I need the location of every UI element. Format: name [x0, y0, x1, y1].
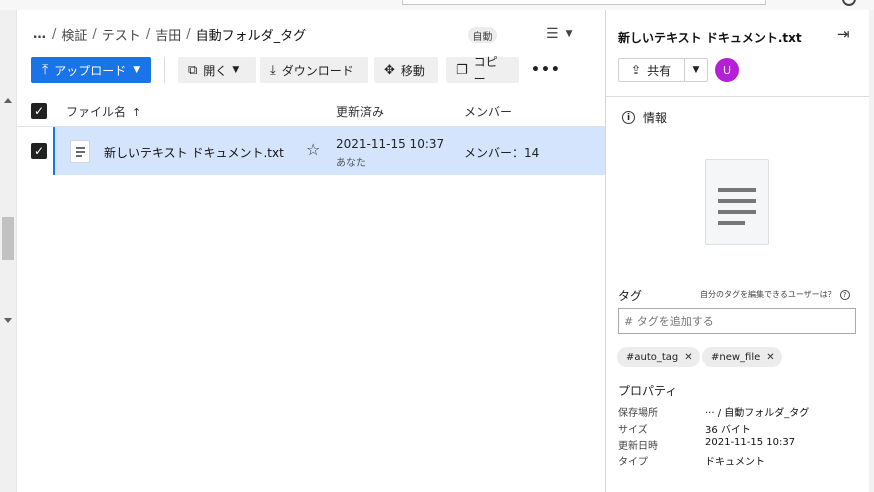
copy-button[interactable]: ❐ コピー [446, 55, 519, 86]
copy-label: コピー [473, 55, 498, 86]
toolbar-divider [164, 57, 165, 83]
download-button[interactable]: ⤓ ダウンロード [260, 57, 368, 83]
upload-label: アップロード [54, 63, 127, 78]
breadcrumb-separator: / [186, 26, 191, 42]
move-icon: ✥ [384, 62, 395, 78]
download-icon: ⤓ [270, 62, 276, 78]
search-box[interactable] [402, 0, 766, 5]
auto-badge: 自動 [468, 27, 497, 43]
share-label: 共有 [647, 63, 672, 78]
breadcrumb-more[interactable]: … [33, 27, 47, 42]
panel-divider [606, 96, 870, 97]
right-scrollbar[interactable] [869, 10, 874, 492]
tags-help-text: 自分のタグを編集できるユーザーは？ [700, 290, 836, 299]
question-icon: ? [839, 289, 850, 300]
property-value: 36 バイト [705, 425, 751, 436]
file-preview[interactable] [705, 159, 769, 245]
property-value-location[interactable]: ··· / 自動フォルダ_タグ [705, 404, 809, 419]
move-button[interactable]: ✥ 移動 [374, 57, 438, 83]
scroll-thumb[interactable] [2, 217, 14, 260]
column-header-members[interactable]: メンバー [464, 103, 512, 120]
more-actions-button[interactable]: ••• [531, 57, 560, 83]
breadcrumb-separator: / [92, 26, 97, 42]
info-section-header: i 情報 [622, 109, 667, 126]
chevron-down-icon: ▼ [232, 65, 240, 75]
property-key: タイプ [618, 457, 648, 468]
column-header-name-label: ファイル名 [66, 105, 127, 119]
avatar[interactable]: U [715, 58, 739, 82]
star-icon[interactable]: ☆ [306, 140, 320, 159]
chevron-down-icon[interactable]: ▼ [685, 65, 707, 75]
tag-chip-label: #new_file [711, 351, 761, 363]
scroll-down-icon[interactable] [4, 318, 12, 323]
tag-chip[interactable]: #new_file ✕ [702, 347, 782, 367]
upload-icon: ⤒ [42, 62, 49, 78]
info-icon: i [622, 111, 635, 124]
property-key: 保存場所 [618, 408, 658, 419]
breadcrumb-item[interactable]: テスト [102, 25, 141, 44]
property-key: 更新日時 [618, 441, 658, 452]
tag-input[interactable] [618, 308, 856, 334]
close-panel-icon[interactable]: ⇥ [837, 25, 850, 43]
property-value: ドキュメント [705, 457, 765, 468]
copy-icon: ❐ [456, 62, 468, 78]
tags-label: タグ [618, 289, 643, 303]
help-icon[interactable] [842, 0, 856, 6]
info-label: 情報 [643, 111, 668, 125]
property-key: サイズ [618, 425, 648, 436]
share-main[interactable]: ⇪ 共有 [619, 59, 685, 81]
breadcrumb: … / 検証 / テスト / 吉田 / 自動フォルダ_タグ [33, 24, 306, 44]
breadcrumb-item[interactable]: 検証 [61, 25, 87, 44]
details-panel: 新しいテキスト ドキュメント.txt ⇥ ⇪ 共有 ▼ U i 情報 タグ 自分… [605, 10, 870, 492]
window-top-strip [0, 0, 874, 10]
select-all-checkbox[interactable]: ✓ [31, 103, 47, 119]
share-icon: ⇪ [631, 63, 642, 77]
upload-button[interactable]: ⤒ アップロード ▼ [31, 57, 151, 83]
open-button[interactable]: ⧉ 開く ▼ [178, 57, 256, 83]
tag-chip[interactable]: #auto_tag ✕ [617, 347, 700, 367]
remove-tag-icon[interactable]: ✕ [684, 352, 692, 363]
scroll-up-icon[interactable] [4, 98, 12, 103]
property-value: 2021-11-15 10:37 [705, 437, 796, 448]
modified-by: あなた [336, 158, 366, 169]
file-name[interactable]: 新しいテキスト ドキュメント.txt [104, 144, 284, 161]
panel-title: 新しいテキスト ドキュメント.txt [618, 31, 802, 45]
tags-help-link[interactable]: 自分のタグを編集できるユーザーは？ ? [700, 289, 850, 300]
modified-date: 2021-11-15 10:37 [336, 137, 445, 151]
table-row[interactable]: 新しいテキスト ドキュメント.txt ☆ 2021-11-15 10:37 あな… [53, 127, 605, 175]
open-label: 開く [203, 63, 228, 78]
column-header-modified[interactable]: 更新済み [336, 103, 384, 120]
breadcrumb-separator: / [145, 26, 151, 42]
members-count[interactable]: メンバー：14 [464, 144, 539, 161]
row-checkbox[interactable]: ✓ [31, 143, 47, 159]
breadcrumb-separator: / [52, 26, 57, 42]
view-menu[interactable]: ☰ ▼ [546, 26, 572, 42]
left-scrollbar[interactable] [0, 10, 17, 492]
sort-ascending-icon: ↑ [132, 106, 142, 119]
download-label: ダウンロード [281, 63, 354, 78]
breadcrumb-item[interactable]: 吉田 [155, 25, 181, 44]
properties-label: プロパティ [618, 384, 678, 398]
external-link-icon: ⧉ [188, 62, 198, 78]
breadcrumb-current: 自動フォルダ_タグ [195, 28, 307, 44]
remove-tag-icon[interactable]: ✕ [766, 352, 774, 363]
list-view-icon: ☰ [546, 26, 559, 42]
chevron-down-icon: ▼ [565, 29, 573, 39]
share-button[interactable]: ⇪ 共有 ▼ [618, 58, 708, 82]
chevron-down-icon: ▼ [133, 65, 141, 75]
tag-chip-label: #auto_tag [626, 351, 679, 363]
column-header-name[interactable]: ファイル名 ↑ [66, 103, 141, 120]
text-file-icon [70, 140, 90, 163]
move-label: 移動 [400, 63, 425, 78]
